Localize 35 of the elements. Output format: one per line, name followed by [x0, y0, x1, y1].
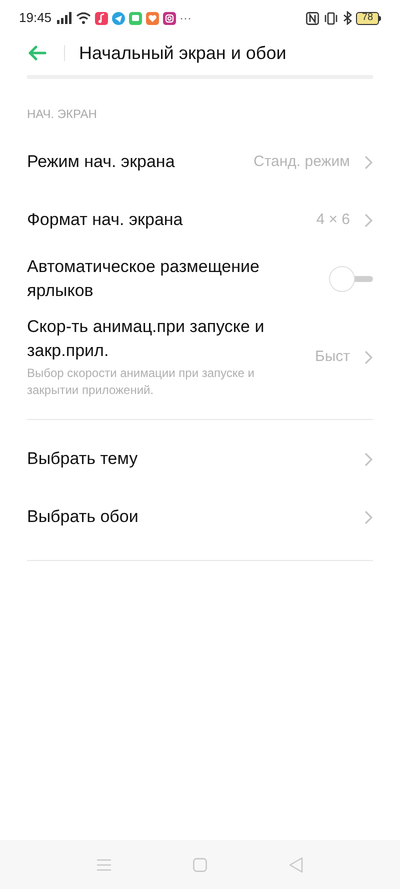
home-icon: [193, 858, 207, 872]
more-notifications: ···: [180, 10, 192, 27]
battery-level: 78: [356, 12, 379, 24]
setting-value: Быст: [315, 346, 350, 367]
nfc-icon: [306, 12, 319, 24]
vibrate-icon: [323, 12, 339, 24]
chevron-icon[interactable]: [364, 510, 373, 524]
chevron-icon[interactable]: [364, 350, 373, 364]
bluetooth-icon: [343, 11, 352, 25]
back-icon: [289, 856, 303, 872]
setting-description: Выбор скорости анимации при запуске и закрытии приложений.: [27, 365, 256, 399]
chevron-icon[interactable]: [364, 212, 373, 228]
setting-label: Выбрать тему: [27, 448, 139, 470]
setting-value: Станд. режим: [254, 152, 350, 172]
setting-label: Автоматическое размещение ярлыков: [27, 256, 260, 302]
setting-label: Выбрать обои: [27, 506, 140, 528]
setting-value: 4 × 6: [316, 210, 350, 230]
chat-app-icon: [128, 12, 142, 24]
section-header: НАЧ. ЭКРАН: [27, 106, 98, 123]
music-app-icon: [94, 12, 108, 24]
setting-label: Скор-ть анимац.при запуске и закр.прил.: [27, 316, 266, 362]
clock-time: 19:45: [19, 9, 52, 28]
camera-app-icon: [162, 12, 176, 24]
heart-app-icon: [146, 12, 159, 24]
setting-label: Режим нач. экрана: [27, 151, 176, 173]
signal-icon: [56, 12, 72, 24]
paper-plane-app-icon: [112, 12, 125, 24]
chevron-icon[interactable]: [364, 452, 373, 466]
chevron-icon[interactable]: [364, 154, 373, 170]
back-button[interactable]: [27, 45, 47, 61]
wifi-icon: [76, 12, 91, 24]
toggle-switch[interactable]: [329, 266, 373, 292]
page-title: Начальный экран и обои: [79, 42, 286, 65]
menu-icon: [97, 858, 111, 870]
setting-label: Формат нач. экрана: [27, 209, 184, 231]
